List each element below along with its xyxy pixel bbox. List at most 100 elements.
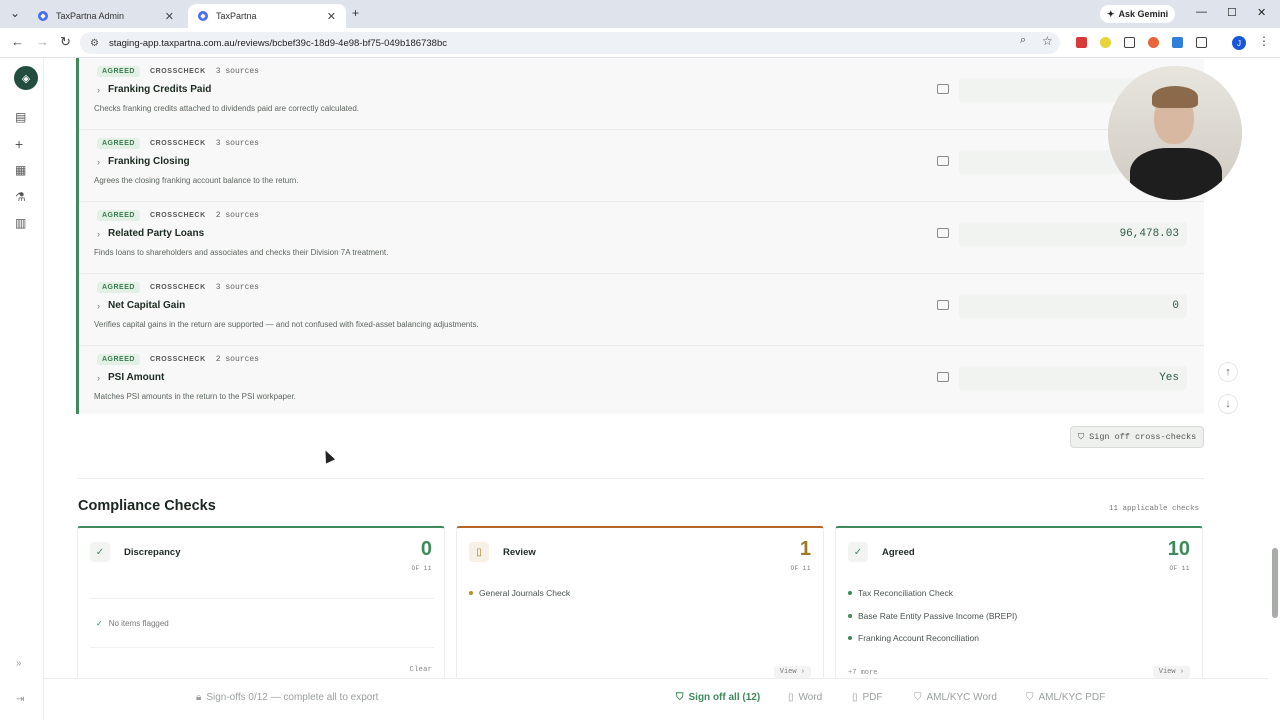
card-title: Agreed: [882, 547, 915, 558]
crosscheck-row[interactable]: AGREED CROSSCHECK 3 sources › Net Capita…: [79, 274, 1204, 346]
crosscheck-row[interactable]: AGREED CROSSCHECK 2 sources › Related Pa…: [79, 202, 1204, 274]
crosscheck-row[interactable]: AGREED CROSSCHECK 2 sources › PSI Amount…: [79, 346, 1204, 418]
list-item[interactable]: Franking Account Reconciliation: [848, 633, 979, 643]
comment-icon[interactable]: [937, 228, 949, 238]
chevron-right-icon[interactable]: ›: [97, 157, 100, 167]
sign-off-all-button[interactable]: ⛉ Sign off all (12): [676, 692, 760, 703]
aml-pdf-label: AML/KYC PDF: [1038, 692, 1106, 703]
export-aml-pdf-button[interactable]: ⛉ AML/KYC PDF: [1026, 692, 1105, 703]
app-sidebar: ◈ ▤ + ▦ ⚗ ▥ » ⇥: [0, 58, 44, 720]
browser-menu-icon[interactable]: ⋮: [1258, 34, 1270, 48]
url-text: staging-app.taxpartna.com.au/reviews/bcb…: [108, 37, 447, 49]
screen-capture-icon[interactable]: [1124, 37, 1135, 48]
tab-taxpartna[interactable]: ◆ TaxPartna ✕: [188, 4, 346, 28]
app-logo-icon[interactable]: ◈: [14, 66, 38, 90]
view-button[interactable]: View ›: [773, 666, 811, 678]
row-name: Net Capital Gain: [108, 300, 186, 311]
presenter-hair: [1152, 86, 1198, 108]
clear-button[interactable]: Clear: [409, 666, 432, 674]
row-description: Checks franking credits attached to divi…: [94, 104, 360, 113]
review-card: ▯ Review 1 OF 11 General Journals Check …: [456, 526, 824, 678]
scroll-down-icon[interactable]: ↓: [1218, 394, 1238, 414]
comment-icon[interactable]: [937, 300, 949, 310]
section-divider: [78, 478, 1204, 479]
tab-taxpartna-admin[interactable]: ◆ TaxPartna Admin ✕: [28, 4, 184, 28]
list-item[interactable]: General Journals Check: [469, 588, 570, 598]
scroll-up-icon[interactable]: ↑: [1218, 362, 1238, 382]
export-footer: 🔒︎ Sign-offs 0/12 — complete all to expo…: [44, 678, 1268, 720]
bookmark-star-icon[interactable]: ☆: [1042, 34, 1053, 48]
ask-gemini-button[interactable]: ✦ Ask Gemini: [1100, 5, 1176, 23]
row-badges: AGREED CROSSCHECK 3 sources: [97, 138, 259, 149]
signoffs-text: Sign-offs 0/12 — complete all to export: [206, 692, 379, 703]
address-bar[interactable]: ⚙ staging-app.taxpartna.com.au/reviews/b…: [80, 32, 1060, 54]
bullet-icon: [848, 591, 852, 595]
row-value: Yes: [959, 366, 1187, 390]
add-icon[interactable]: +: [15, 136, 23, 152]
extension-icon[interactable]: [1100, 37, 1111, 48]
card-title: Review: [503, 547, 536, 558]
export-pdf-button[interactable]: ▯ PDF: [852, 692, 883, 703]
more-items-link[interactable]: +7 more: [848, 669, 877, 677]
aml-word-label: AML/KYC Word: [926, 692, 997, 703]
list-item[interactable]: Base Rate Entity Passive Income (BREPI): [848, 611, 1017, 621]
documents-icon[interactable]: ▤: [15, 110, 26, 124]
row-title[interactable]: › PSI Amount: [97, 372, 164, 383]
row-title[interactable]: › Franking Closing: [97, 156, 190, 167]
crosscheck-row[interactable]: AGREED CROSSCHECK 3 sources › Franking C…: [79, 130, 1204, 202]
card-of-total: OF 11: [1169, 565, 1190, 572]
tab-search-icon[interactable]: ⌄: [10, 6, 20, 20]
close-tab-icon[interactable]: ✕: [165, 10, 174, 23]
close-window-icon[interactable]: ✕: [1257, 6, 1266, 19]
page-scrollbar[interactable]: [1270, 58, 1280, 720]
view-button[interactable]: View ›: [1152, 666, 1190, 678]
row-badges: AGREED CROSSCHECK 3 sources: [97, 66, 259, 77]
check-icon: ✓: [848, 542, 868, 562]
chevron-right-icon[interactable]: ›: [97, 373, 100, 383]
chevron-right-icon[interactable]: ›: [97, 229, 100, 239]
expand-sidebar-icon[interactable]: »: [16, 658, 22, 669]
tab-title: TaxPartna: [216, 11, 257, 21]
comment-icon[interactable]: [937, 372, 949, 382]
row-badges: AGREED CROSSCHECK 3 sources: [97, 282, 259, 293]
export-word-button[interactable]: ▯ Word: [788, 692, 822, 703]
row-title[interactable]: › Related Party Loans: [97, 228, 204, 239]
row-title[interactable]: › Net Capital Gain: [97, 300, 185, 311]
favicon-icon: ◆: [38, 11, 48, 21]
status-badge: AGREED: [97, 354, 140, 365]
word-label: Word: [798, 692, 823, 703]
list-item[interactable]: Tax Reconciliation Check: [848, 588, 953, 598]
type-label: CROSSCHECK: [149, 212, 206, 219]
reload-icon[interactable]: ↻: [60, 34, 71, 50]
logout-icon[interactable]: ⇥: [16, 694, 24, 705]
sign-off-crosschecks-button[interactable]: ⛉ Sign off cross-checks: [1070, 426, 1204, 448]
profile-avatar[interactable]: J: [1232, 36, 1246, 50]
maximize-icon[interactable]: ☐: [1227, 6, 1237, 19]
main-content: AGREED CROSSCHECK 3 sources › Franking C…: [44, 58, 1268, 678]
extension-icon[interactable]: [1148, 37, 1159, 48]
close-tab-icon[interactable]: ✕: [327, 10, 336, 23]
building-icon[interactable]: ▦: [15, 163, 26, 177]
new-tab-icon[interactable]: +: [352, 6, 359, 20]
site-info-icon[interactable]: ⚙: [90, 38, 99, 49]
back-icon[interactable]: ←: [11, 34, 24, 49]
extension-icon[interactable]: [1172, 37, 1183, 48]
book-icon[interactable]: ▥: [15, 216, 26, 230]
minimize-icon[interactable]: —: [1196, 6, 1207, 18]
export-aml-word-button[interactable]: ⛉ AML/KYC Word: [914, 692, 997, 703]
extensions-puzzle-icon[interactable]: [1196, 37, 1207, 48]
row-title[interactable]: › Franking Credits Paid: [97, 84, 211, 95]
flask-icon[interactable]: ⚗: [15, 190, 26, 204]
chevron-right-icon[interactable]: ›: [97, 85, 100, 95]
item-label: Base Rate Entity Passive Income (BREPI): [858, 611, 1018, 621]
zoom-icon[interactable]: ⌕: [1020, 34, 1026, 47]
pdf-label: PDF: [862, 692, 883, 703]
crosscheck-row[interactable]: AGREED CROSSCHECK 3 sources › Franking C…: [79, 58, 1204, 130]
comment-icon[interactable]: [937, 84, 949, 94]
extension-icon[interactable]: [1076, 37, 1087, 48]
comment-icon[interactable]: [937, 156, 949, 166]
shield-icon: ⛉: [914, 692, 922, 703]
chevron-right-icon[interactable]: ›: [97, 301, 100, 311]
scrollbar-thumb[interactable]: [1272, 548, 1278, 618]
forward-icon[interactable]: →: [36, 34, 49, 49]
